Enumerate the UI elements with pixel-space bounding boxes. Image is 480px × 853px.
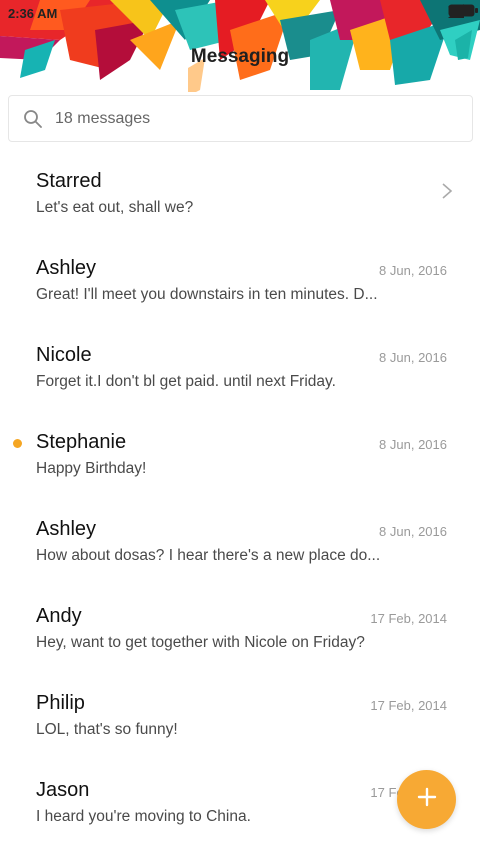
conversation-name: Starred (36, 170, 102, 192)
conversation-date: 8 Jun, 2016 (379, 263, 447, 278)
list-item[interactable]: Ashley 8 Jun, 2016 How about dosas? I he… (0, 490, 480, 577)
conversation-preview: Happy Birthday! (36, 460, 147, 477)
conversation-name: Stephanie (36, 431, 127, 453)
conversation-date: 17 Feb, 2014 (370, 698, 447, 713)
status-time: 2:36 AM (8, 6, 58, 21)
conversation-preview: LOL, that's so funny! (36, 721, 178, 738)
conversation-name: Ashley (36, 257, 97, 279)
conversation-name: Philip (36, 692, 85, 714)
page-title: Messaging (190, 46, 290, 67)
search-bar[interactable] (8, 95, 473, 142)
list-item[interactable]: Ashley 8 Jun, 2016 Great! I'll meet you … (0, 229, 480, 316)
conversation-preview: I heard you're moving to China. (36, 808, 251, 825)
list-item-starred[interactable]: Starred Let's eat out, shall we? (0, 142, 480, 229)
conversation-name: Nicole (36, 344, 92, 366)
conversation-name: Jason (36, 779, 90, 801)
app-header: 2:36 AM Messaging (0, 0, 480, 92)
search-icon (23, 109, 43, 129)
new-message-button[interactable] (397, 770, 456, 829)
conversation-date: 17 Feb, 2014 (370, 611, 447, 626)
conversation-date: 8 Jun, 2016 (379, 437, 447, 452)
conversation-preview: Great! I'll meet you downstairs in ten m… (36, 286, 378, 303)
search-input[interactable] (55, 109, 435, 128)
conversation-preview: How about dosas? I hear there's a new pl… (36, 547, 381, 564)
list-item[interactable]: Nicole 8 Jun, 2016 Forget it.I don't bl … (0, 316, 480, 403)
chevron-right-icon (440, 182, 454, 200)
list-item[interactable]: Stephanie 8 Jun, 2016 Happy Birthday! (0, 403, 480, 490)
conversation-date: 8 Jun, 2016 (379, 350, 447, 365)
plus-icon (416, 786, 438, 813)
list-item[interactable]: Andy 17 Feb, 2014 Hey, want to get toget… (0, 577, 480, 664)
conversation-preview: Forget it.I don't bl get paid. until nex… (36, 373, 336, 390)
conversation-preview: Hey, want to get together with Nicole on… (36, 634, 365, 651)
conversation-date: 8 Jun, 2016 (379, 524, 447, 539)
conversation-name: Ashley (36, 518, 97, 540)
conversation-name: Andy (36, 605, 82, 627)
unread-indicator (13, 439, 22, 448)
list-item[interactable]: Philip 17 Feb, 2014 LOL, that's so funny… (0, 664, 480, 751)
conversation-preview: Let's eat out, shall we? (36, 199, 194, 216)
conversation-list: Starred Let's eat out, shall we? Ashley … (0, 142, 480, 838)
